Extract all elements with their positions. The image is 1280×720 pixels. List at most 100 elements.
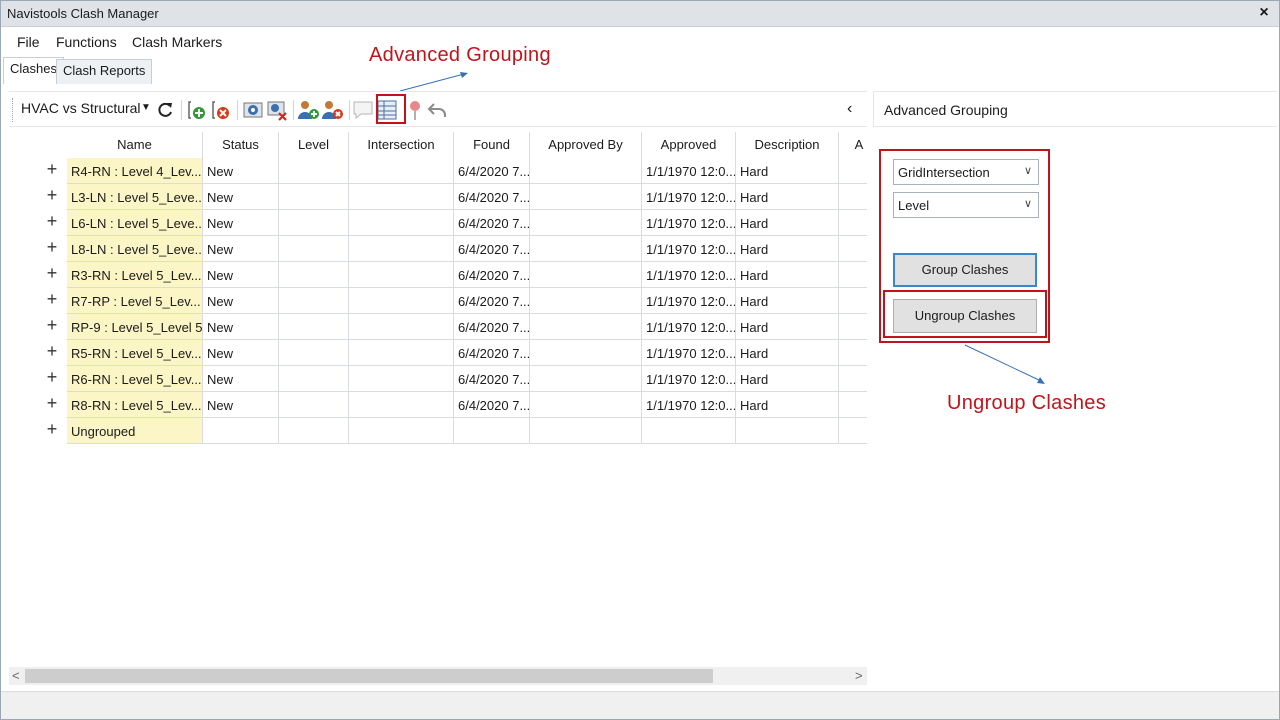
column-header-status[interactable]: Status (203, 132, 279, 158)
cell-intersection (349, 262, 454, 288)
row-expander[interactable]: + (37, 262, 67, 288)
cell-approved-by (530, 392, 642, 418)
cell-approved: 1/1/1970 12:0... (642, 288, 736, 314)
cell-approved: 1/1/1970 12:0... (642, 314, 736, 340)
column-header-intersection[interactable]: Intersection (349, 132, 454, 158)
cell-a (839, 366, 867, 392)
scroll-left-icon[interactable]: < (12, 668, 20, 683)
toolbar-grip[interactable] (12, 98, 15, 122)
clear-view-icon[interactable] (265, 98, 289, 122)
row-expander[interactable]: + (37, 236, 67, 262)
cell-approved-by (530, 288, 642, 314)
table-row[interactable]: + R5-RN : Level 5_Lev... New 6/4/2020 7... 1… (9, 340, 867, 366)
column-header-found[interactable]: Found (454, 132, 530, 158)
table-row[interactable]: + L3-LN : Level 5_Leve... New 6/4/2020 7...… (9, 184, 867, 210)
menu-clash-markers[interactable]: Clash Markers (132, 34, 222, 50)
cell-name: R6-RN : Level 5_Lev... (67, 366, 203, 392)
table-row[interactable]: + R8-RN : Level 5_Lev... New 6/4/2020 7... 1… (9, 392, 867, 418)
row-expander[interactable]: + (37, 210, 67, 236)
cell-found: 6/4/2020 7... (454, 392, 530, 418)
cell-approved-by (530, 418, 642, 444)
assign-user-icon[interactable] (297, 98, 321, 122)
cell-a (839, 288, 867, 314)
column-header-approved-by[interactable]: Approved By (530, 132, 642, 158)
cell-description: Hard (736, 288, 839, 314)
table-row[interactable]: + R4-RN : Level 4_Lev... New 6/4/2020 7... 1… (9, 158, 867, 184)
cell-status: New (203, 314, 279, 340)
cell-intersection (349, 288, 454, 314)
cell-found: 6/4/2020 7... (454, 210, 530, 236)
undo-icon[interactable] (425, 98, 449, 122)
group-clashes-button[interactable]: Group Clashes (893, 253, 1037, 287)
cell-status: New (203, 392, 279, 418)
add-clash-icon[interactable] (185, 98, 209, 122)
toolbar-separator (237, 100, 238, 120)
cell-a (839, 262, 867, 288)
cell-status: New (203, 158, 279, 184)
row-expander[interactable]: + (37, 366, 67, 392)
tab-clashes[interactable]: Clashes (3, 57, 64, 84)
row-expander[interactable]: + (37, 288, 67, 314)
cell-status: New (203, 262, 279, 288)
scroll-right-icon[interactable]: > (855, 668, 863, 683)
group-by-secondary-select[interactable]: Level ∨ (893, 192, 1039, 218)
cell-level (279, 314, 349, 340)
horizontal-scrollbar[interactable]: < > (9, 667, 867, 685)
collapse-panel-icon[interactable]: ‹ (847, 100, 852, 118)
toolbar-separator (293, 100, 294, 120)
row-expander[interactable]: + (37, 314, 67, 340)
column-header-approved[interactable]: Approved (642, 132, 736, 158)
row-expander[interactable]: + (37, 340, 67, 366)
cell-status: New (203, 288, 279, 314)
scrollbar-thumb[interactable] (25, 669, 713, 683)
annotation-ungroup-clashes: Ungroup Clashes (947, 392, 1107, 414)
clash-test-selector[interactable]: HVAC vs Structural (21, 100, 141, 116)
remove-clash-icon[interactable] (209, 98, 233, 122)
cell-name: R3-RN : Level 5_Lev... (67, 262, 203, 288)
column-header-a[interactable]: A (839, 132, 867, 158)
row-expander[interactable]: + (37, 392, 67, 418)
cell-approved: 1/1/1970 12:0... (642, 236, 736, 262)
ungroup-clashes-button[interactable]: Ungroup Clashes (893, 299, 1037, 333)
tab-strip: Clashes Clash Reports (1, 57, 1279, 84)
cell-a (839, 210, 867, 236)
cell-intersection (349, 184, 454, 210)
table-row[interactable]: + L8-LN : Level 5_Leve... New 6/4/2020 7...… (9, 236, 867, 262)
menu-functions[interactable]: Functions (56, 34, 117, 50)
cell-approved-by (530, 184, 642, 210)
column-header-name[interactable]: Name (67, 132, 203, 158)
marker-pin-icon[interactable] (403, 98, 427, 122)
cell-approved: 1/1/1970 12:0... (642, 210, 736, 236)
row-expander[interactable]: + (37, 184, 67, 210)
dropdown-arrow-icon[interactable]: ▼ (141, 102, 151, 113)
refresh-icon[interactable] (153, 98, 177, 122)
cell-level (279, 288, 349, 314)
row-expander[interactable]: + (37, 418, 67, 444)
table-row[interactable]: + R7-RP : Level 5_Lev... New 6/4/2020 7... 1… (9, 288, 867, 314)
group-by-secondary-value: Level (898, 198, 930, 213)
clash-grid: Name Status Level Intersection Found App… (9, 132, 867, 667)
comment-icon[interactable] (351, 98, 375, 122)
cell-intersection (349, 236, 454, 262)
table-row[interactable]: + RP-9 : Level 5_Level 5 New 6/4/2020 7... 1… (9, 314, 867, 340)
cell-description: Hard (736, 366, 839, 392)
tab-clash-reports[interactable]: Clash Reports (56, 59, 153, 84)
cell-description: Hard (736, 262, 839, 288)
cell-intersection (349, 418, 454, 444)
cell-name: L8-LN : Level 5_Leve... (67, 236, 203, 262)
cell-a (839, 314, 867, 340)
group-by-primary-select[interactable]: GridIntersection ∨ (893, 159, 1039, 185)
cell-level (279, 236, 349, 262)
table-row[interactable]: + L6-LN : Level 5_Leve... New 6/4/2020 7...… (9, 210, 867, 236)
column-header-level[interactable]: Level (279, 132, 349, 158)
close-icon[interactable]: × (1255, 4, 1273, 22)
menu-file[interactable]: File (17, 34, 40, 50)
view-clash-icon[interactable] (241, 98, 265, 122)
table-row[interactable]: + R6-RN : Level 5_Lev... New 6/4/2020 7... 1… (9, 366, 867, 392)
table-row[interactable]: + R3-RN : Level 5_Lev... New 6/4/2020 7... 1… (9, 262, 867, 288)
table-row[interactable]: + Ungrouped (9, 418, 867, 444)
unassign-user-icon[interactable] (321, 98, 345, 122)
cell-level (279, 392, 349, 418)
column-header-description[interactable]: Description (736, 132, 839, 158)
row-expander[interactable]: + (37, 158, 67, 184)
